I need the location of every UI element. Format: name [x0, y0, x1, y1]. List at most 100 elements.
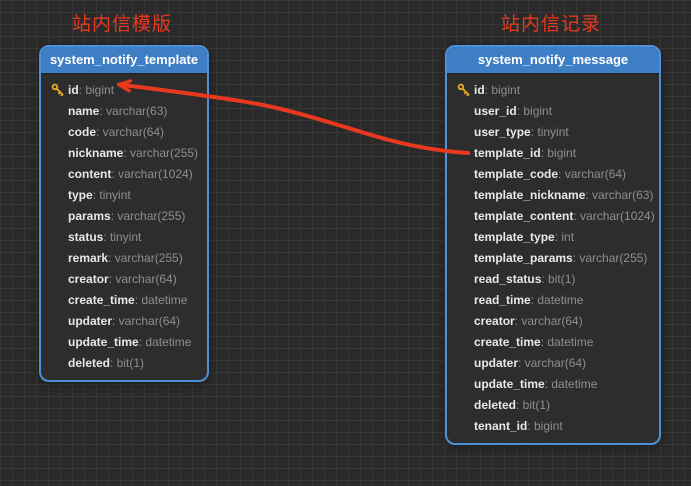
column-type: : bigint	[79, 83, 114, 97]
column-row-user_id[interactable]: user_id: bigint	[447, 100, 659, 121]
column-row-template_id[interactable]: template_id: bigint	[447, 142, 659, 163]
column-name: template_code	[474, 167, 558, 181]
column-name: template_type	[474, 230, 555, 244]
column-name: tenant_id	[474, 419, 527, 433]
column-row-remark[interactable]: remark: varchar(255)	[41, 247, 207, 268]
column-type: : bigint	[517, 104, 552, 118]
column-row-read_status[interactable]: read_status: bit(1)	[447, 268, 659, 289]
table-header-template[interactable]: system_notify_template	[41, 47, 207, 75]
column-row-creator[interactable]: creator: varchar(64)	[41, 268, 207, 289]
column-name: creator	[68, 272, 109, 286]
diagram-canvas[interactable]: 站内信模版 站内信记录 system_notify_template id: b…	[0, 0, 691, 486]
column-row-template_nickname[interactable]: template_nickname: varchar(63)	[447, 184, 659, 205]
column-type: : datetime	[139, 335, 192, 349]
column-row-template_content[interactable]: template_content: varchar(1024)	[447, 205, 659, 226]
column-type: : bit(1)	[516, 398, 550, 412]
column-name: user_type	[474, 125, 531, 139]
column-name: type	[68, 188, 93, 202]
column-name: id	[474, 83, 485, 97]
column-type: : bit(1)	[110, 356, 144, 370]
column-row-update_time[interactable]: update_time: datetime	[41, 331, 207, 352]
column-name: user_id	[474, 104, 517, 118]
column-type: : varchar(64)	[515, 314, 583, 328]
column-name: updater	[68, 314, 112, 328]
column-name: status	[68, 230, 103, 244]
column-type: : int	[555, 230, 574, 244]
column-type: : tinyint	[531, 125, 569, 139]
column-row-template_params[interactable]: template_params: varchar(255)	[447, 247, 659, 268]
column-row-read_time[interactable]: read_time: datetime	[447, 289, 659, 310]
column-row-status[interactable]: status: tinyint	[41, 226, 207, 247]
column-type: : varchar(63)	[99, 104, 167, 118]
column-row-params[interactable]: params: varchar(255)	[41, 205, 207, 226]
column-row-id[interactable]: id: bigint	[447, 79, 659, 100]
column-type: : datetime	[545, 377, 598, 391]
column-name: create_time	[68, 293, 135, 307]
table-title-template: 站内信模版	[39, 13, 205, 37]
column-row-deleted[interactable]: deleted: bit(1)	[41, 352, 207, 373]
column-name: deleted	[474, 398, 516, 412]
column-row-updater[interactable]: updater: varchar(64)	[41, 310, 207, 331]
column-name: template_params	[474, 251, 573, 265]
column-row-deleted[interactable]: deleted: bit(1)	[447, 394, 659, 415]
column-type: : datetime	[135, 293, 188, 307]
column-name: deleted	[68, 356, 110, 370]
table-system-notify-template[interactable]: system_notify_template id: bigintname: v…	[39, 45, 209, 382]
column-type: : varchar(1024)	[573, 209, 654, 223]
column-row-template_type[interactable]: template_type: int	[447, 226, 659, 247]
column-type: : bigint	[527, 419, 562, 433]
column-name: template_nickname	[474, 188, 585, 202]
column-type: : varchar(255)	[108, 251, 183, 265]
column-name: nickname	[68, 146, 123, 160]
column-row-updater[interactable]: updater: varchar(64)	[447, 352, 659, 373]
column-row-creator[interactable]: creator: varchar(64)	[447, 310, 659, 331]
column-type: : varchar(64)	[109, 272, 177, 286]
table-system-notify-message[interactable]: system_notify_message id: bigintuser_id:…	[445, 45, 661, 445]
column-name: code	[68, 125, 96, 139]
column-type: : varchar(63)	[585, 188, 653, 202]
column-name: read_time	[474, 293, 531, 307]
column-row-update_time[interactable]: update_time: datetime	[447, 373, 659, 394]
column-type: : varchar(64)	[96, 125, 164, 139]
column-name: content	[68, 167, 111, 181]
column-type: : varchar(64)	[112, 314, 180, 328]
column-type: : datetime	[541, 335, 594, 349]
column-name: create_time	[474, 335, 541, 349]
column-row-code[interactable]: code: varchar(64)	[41, 121, 207, 142]
column-row-template_code[interactable]: template_code: varchar(64)	[447, 163, 659, 184]
column-name: id	[68, 83, 79, 97]
column-row-nickname[interactable]: nickname: varchar(255)	[41, 142, 207, 163]
column-name: template_id	[474, 146, 541, 160]
column-type: : tinyint	[93, 188, 131, 202]
primary-key-icon	[457, 83, 474, 96]
column-type: : datetime	[531, 293, 584, 307]
table-header-message[interactable]: system_notify_message	[447, 47, 659, 75]
table-body-template: id: bigintname: varchar(63)code: varchar…	[41, 75, 207, 380]
column-name: remark	[68, 251, 108, 265]
column-type: : bigint	[541, 146, 576, 160]
column-row-type[interactable]: type: tinyint	[41, 184, 207, 205]
column-name: updater	[474, 356, 518, 370]
column-type: : bit(1)	[541, 272, 575, 286]
column-name: template_content	[474, 209, 573, 223]
column-type: : varchar(64)	[518, 356, 586, 370]
table-body-message: id: bigintuser_id: bigintuser_type: tiny…	[447, 75, 659, 443]
column-type: : tinyint	[103, 230, 141, 244]
column-row-user_type[interactable]: user_type: tinyint	[447, 121, 659, 142]
column-row-content[interactable]: content: varchar(1024)	[41, 163, 207, 184]
column-name: name	[68, 104, 99, 118]
column-row-id[interactable]: id: bigint	[41, 79, 207, 100]
column-row-create_time[interactable]: create_time: datetime	[41, 289, 207, 310]
column-name: creator	[474, 314, 515, 328]
column-type: : varchar(255)	[123, 146, 198, 160]
column-name: params	[68, 209, 111, 223]
column-row-name[interactable]: name: varchar(63)	[41, 100, 207, 121]
column-type: : varchar(1024)	[111, 167, 192, 181]
primary-key-icon	[51, 83, 68, 96]
column-type: : bigint	[485, 83, 520, 97]
table-title-message: 站内信记录	[445, 13, 657, 37]
column-name: update_time	[474, 377, 545, 391]
column-row-tenant_id[interactable]: tenant_id: bigint	[447, 415, 659, 436]
column-type: : varchar(255)	[111, 209, 186, 223]
column-row-create_time[interactable]: create_time: datetime	[447, 331, 659, 352]
